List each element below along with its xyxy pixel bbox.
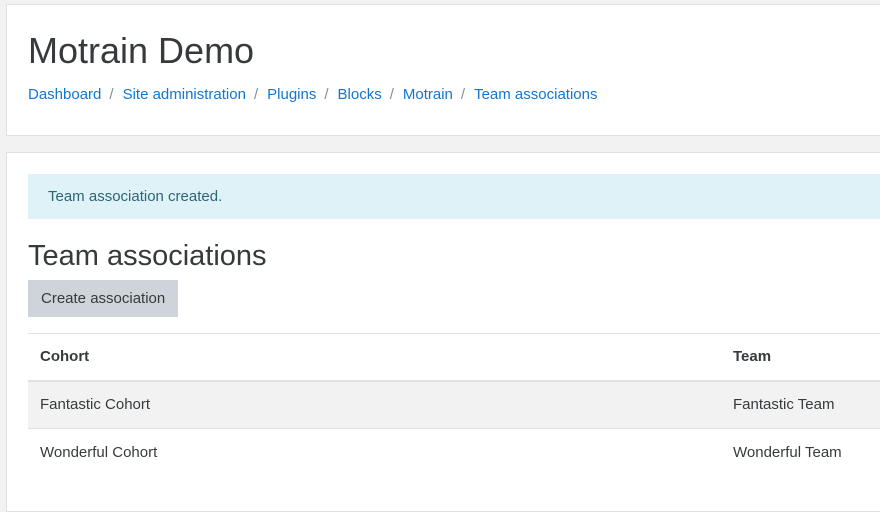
breadcrumb-separator: / bbox=[460, 86, 466, 103]
breadcrumb-link-plugins[interactable]: Plugins bbox=[267, 85, 316, 105]
team-associations-table: Cohort Team Fantastic Cohort Fantastic T… bbox=[28, 333, 880, 477]
breadcrumb-separator: / bbox=[253, 86, 259, 103]
breadcrumb-link-team-associations[interactable]: Team associations bbox=[474, 85, 597, 105]
breadcrumb-item-team-associations: Team associations bbox=[474, 85, 597, 105]
column-header-team: Team bbox=[721, 333, 880, 382]
breadcrumb-link-dashboard[interactable]: Dashboard bbox=[28, 85, 101, 105]
breadcrumb-item-motrain: Motrain / bbox=[403, 85, 474, 105]
breadcrumb-separator: / bbox=[389, 86, 394, 103]
site-title: Motrain Demo bbox=[28, 30, 255, 71]
breadcrumb-separator: / bbox=[109, 86, 114, 103]
breadcrumb: Dashboard / Site administration / Plugin… bbox=[28, 85, 597, 105]
cohort-cell: Wonderful Cohort bbox=[28, 428, 721, 477]
page-title: Team associations bbox=[28, 240, 267, 272]
breadcrumb-link-motrain[interactable]: Motrain bbox=[403, 85, 453, 105]
cohort-cell: Fantastic Cohort bbox=[28, 380, 721, 429]
breadcrumb-item-blocks: Blocks / bbox=[338, 85, 403, 105]
team-cell: Wonderful Team bbox=[721, 428, 880, 477]
breadcrumb-separator: / bbox=[324, 86, 329, 103]
table-header-row: Cohort Team bbox=[28, 333, 880, 382]
breadcrumb-item-dashboard: Dashboard / bbox=[28, 85, 123, 105]
page-header: Motrain Demo Dashboard / Site administra… bbox=[6, 4, 880, 136]
main-content: Team association created. Team associati… bbox=[6, 152, 880, 512]
create-association-button[interactable]: Create association bbox=[28, 280, 179, 317]
column-header-cohort: Cohort bbox=[28, 333, 721, 382]
breadcrumb-item-site-administration: Site administration / bbox=[123, 85, 268, 105]
breadcrumb-link-site-administration[interactable]: Site administration bbox=[123, 85, 246, 105]
alert-message: Team association created. bbox=[48, 188, 223, 205]
breadcrumb-link-blocks[interactable]: Blocks bbox=[338, 85, 382, 105]
team-cell: Fantastic Team bbox=[721, 380, 880, 429]
table-row: Fantastic Cohort Fantastic Team bbox=[28, 380, 880, 429]
success-alert: Team association created. bbox=[28, 174, 880, 219]
breadcrumb-item-plugins: Plugins / bbox=[267, 85, 337, 105]
table-row: Wonderful Cohort Wonderful Team bbox=[28, 428, 880, 477]
